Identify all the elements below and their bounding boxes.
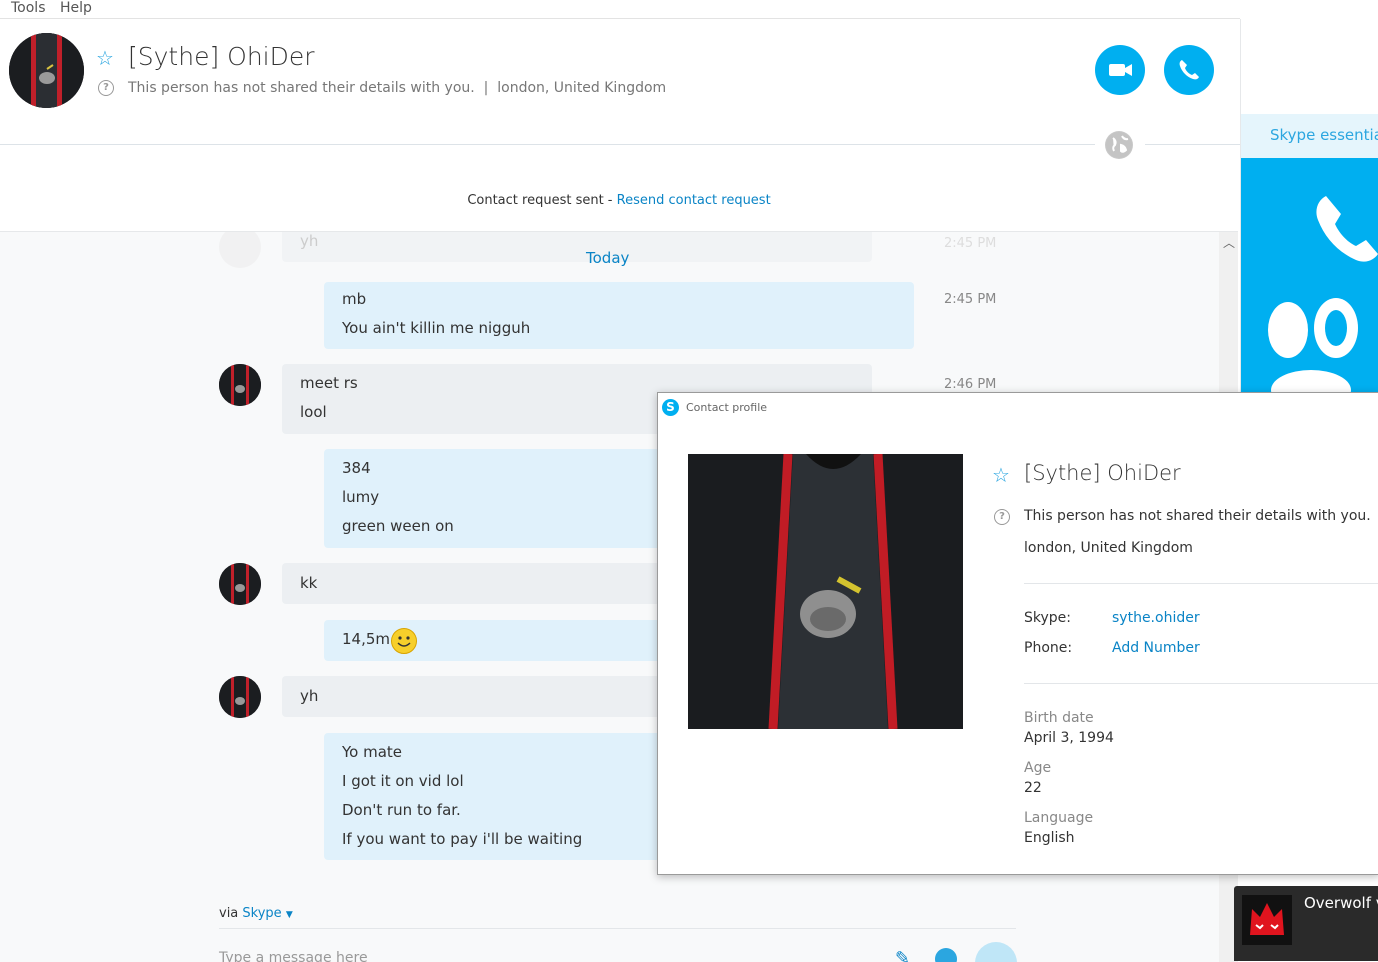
via-label: via	[219, 906, 243, 921]
contact-profile-window: S Contact profile ☆ [Sythe] OhiDer ? Thi…	[657, 392, 1378, 875]
message-line: yh	[300, 687, 319, 705]
chat-header: ☆ [Sythe] OhiDer ? This person has not s…	[0, 19, 1238, 144]
message-avatar[interactable]	[219, 364, 261, 406]
message-line: I got it on vid lol	[342, 772, 464, 790]
contact-name: [Sythe] OhiDer	[128, 42, 315, 71]
help-circle-icon: ?	[994, 509, 1010, 525]
profile-status: This person has not shared their details…	[1024, 508, 1371, 524]
help-circle-icon: ?	[98, 80, 114, 96]
compose-input[interactable]: Type a message here	[219, 950, 368, 962]
globe-icon[interactable]	[1105, 131, 1133, 159]
profile-divider	[1024, 583, 1378, 584]
ad-banner-text: Skype essentia	[1270, 126, 1378, 144]
message-line: green ween on	[342, 517, 454, 535]
status-text: This person has not shared their details…	[128, 80, 475, 96]
favorite-star-icon[interactable]: ☆	[96, 46, 114, 70]
message-avatar[interactable]	[219, 563, 261, 605]
add-number-link[interactable]: Add Number	[1112, 640, 1200, 656]
via-service-name[interactable]: Skype	[242, 906, 281, 921]
contact-request-text: Contact request sent -	[467, 193, 617, 208]
contact-avatar[interactable]	[9, 33, 84, 108]
video-call-button[interactable]	[1095, 45, 1145, 95]
avatar-image	[9, 33, 84, 108]
audio-call-icon	[1179, 60, 1199, 80]
faded-timestamp: 2:45 PM	[944, 236, 997, 251]
message-line: Don't run to far.	[342, 801, 461, 819]
phone-label: Phone:	[1024, 640, 1073, 656]
popup-title: Contact profile	[686, 401, 768, 414]
faded-avatar	[219, 232, 261, 268]
menu-bar: Tools Help	[0, 0, 1240, 19]
message-timestamp: 2:45 PM	[944, 292, 997, 307]
ad-panel: Skype essentia	[1240, 19, 1378, 392]
ad-banner[interactable]: Skype essentia	[1241, 114, 1378, 158]
favorite-star-icon[interactable]: ☆	[992, 463, 1010, 487]
separator: |	[483, 80, 489, 96]
age-value: 22	[1024, 780, 1042, 796]
profile-photo-image	[688, 454, 963, 729]
contact-request-notice: Contact request sent - Resend contact re…	[0, 193, 1238, 208]
menu-help[interactable]: Help	[60, 0, 92, 16]
overwolf-notification[interactable]: Overwolf v	[1234, 886, 1378, 961]
menu-tools[interactable]: Tools	[11, 0, 46, 16]
contact-status: This person has not shared their details…	[128, 80, 666, 96]
resend-contact-request-link[interactable]: Resend contact request	[617, 193, 771, 208]
skype-id-link[interactable]: sythe.ohider	[1112, 610, 1200, 626]
message-line: You ain't killin me nigguh	[342, 319, 531, 337]
send-button[interactable]	[975, 942, 1017, 962]
birth-date-label: Birth date	[1024, 710, 1094, 726]
message-line: kk	[300, 574, 318, 592]
overwolf-text: Overwolf v	[1304, 894, 1378, 912]
faded-message-text: yh	[300, 232, 319, 250]
message-line: mb	[342, 290, 367, 308]
chevron-up-icon[interactable]: ︿	[1223, 234, 1235, 251]
message-avatar[interactable]	[219, 676, 261, 718]
dropdown-caret-icon[interactable]: ▼	[286, 910, 293, 920]
profile-location: london, United Kingdom	[1024, 540, 1193, 556]
language-value: English	[1024, 830, 1075, 846]
ad-illustration[interactable]	[1241, 158, 1378, 392]
message-line: 384	[342, 459, 371, 477]
message-line: meet rs	[300, 374, 358, 392]
attach-icon[interactable]: ✎	[895, 948, 910, 962]
profile-photo	[688, 454, 963, 729]
message-line: lool	[300, 403, 327, 421]
birth-date-value: April 3, 1994	[1024, 730, 1114, 746]
smiley-icon	[391, 628, 417, 654]
header-divider	[0, 144, 1095, 145]
message-line: 14,5m	[342, 630, 391, 648]
today-divider: Today	[586, 249, 630, 267]
skype-logo-icon: S	[662, 399, 679, 416]
header-divider-right	[1145, 144, 1240, 145]
ad-phone-contacts-icon	[1268, 196, 1378, 392]
message-bubble-outgoing[interactable]: mb You ain't killin me nigguh	[324, 282, 914, 349]
profile-divider	[1024, 683, 1378, 684]
age-label: Age	[1024, 760, 1052, 776]
message-line: Yo mate	[342, 743, 403, 761]
overwolf-logo-icon	[1242, 895, 1292, 945]
compose-divider	[219, 928, 1016, 929]
message-line: If you want to pay i'll be waiting	[342, 830, 583, 848]
skype-label: Skype:	[1024, 610, 1071, 626]
via-service-selector[interactable]: via Skype ▼	[219, 906, 293, 921]
emoticon-icon[interactable]	[935, 948, 957, 962]
video-call-icon	[1109, 64, 1132, 76]
faded-message: yh	[282, 232, 872, 262]
language-label: Language	[1024, 810, 1094, 826]
profile-name: [Sythe] OhiDer	[1024, 461, 1181, 485]
message-line: lumy	[342, 488, 380, 506]
audio-call-button[interactable]	[1164, 45, 1214, 95]
location-text: london, United Kingdom	[497, 80, 667, 96]
message-timestamp: 2:46 PM	[944, 377, 997, 392]
